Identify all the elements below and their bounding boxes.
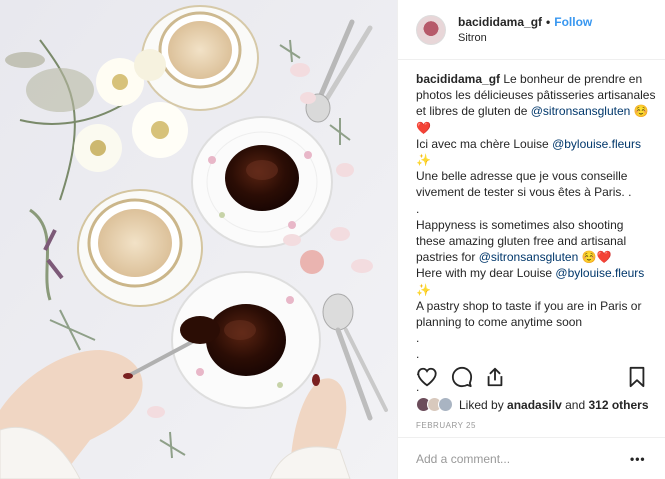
caption-para-6: A pastry shop to taste if you are in Par… [416, 298, 642, 330]
location-link[interactable]: Sitron [458, 30, 592, 46]
photo-illustration [0, 0, 397, 479]
header-text: bacididama_gf • Follow Sitron [458, 14, 592, 46]
caption-sparkle: ✨ [416, 282, 431, 297]
separator-dot: • [546, 14, 551, 29]
divider [398, 437, 665, 438]
follow-button[interactable]: Follow [554, 14, 592, 30]
caption-trailing-dot: . [416, 347, 420, 362]
username-link[interactable]: bacididama_gf [458, 14, 542, 30]
plate-top [191, 116, 333, 248]
mention-link[interactable]: @bylouise.fleurs [552, 137, 641, 151]
caption: bacididama_gf Le bonheur de prendre en p… [416, 71, 656, 395]
caption-para-1: bacididama_gf Le bonheur de prendre en p… [416, 71, 656, 136]
likes-prefix: Liked by [459, 397, 504, 412]
teacup-left [77, 189, 203, 307]
share-icon[interactable] [484, 366, 506, 393]
comment-input[interactable]: Add a comment... [416, 452, 510, 466]
caption-text: Ici avec ma chère Louise [416, 136, 553, 151]
caption-para-5: Here with my dear Louise @bylouise.fleur… [416, 265, 656, 281]
more-options-button[interactable]: ••• [630, 452, 646, 466]
caption-username[interactable]: bacididama_gf [416, 72, 500, 86]
likes-count[interactable]: 312 others [588, 398, 648, 412]
caption-sparkle: ✨ [416, 153, 431, 168]
rose-bud [300, 250, 324, 274]
likes-row: Liked by anadasilv and 312 others [416, 397, 649, 412]
mention-link[interactable]: @sitronsansgluten [479, 250, 579, 264]
post-sidebar: bacididama_gf • Follow Sitron bacididama… [397, 0, 665, 479]
likes-middle: and [565, 397, 586, 412]
heart-icon[interactable] [416, 366, 438, 393]
avatar[interactable] [416, 14, 446, 45]
action-bar [416, 366, 648, 390]
liker-username[interactable]: anadasilv [507, 398, 562, 412]
post-photo[interactable] [0, 0, 397, 479]
caption-para-2: Ici avec ma chère Louise @bylouise.fleur… [416, 136, 656, 152]
bookmark-icon[interactable] [626, 366, 648, 393]
instagram-post: bacididama_gf • Follow Sitron bacididama… [0, 0, 665, 479]
mention-link[interactable]: @sitronsansgluten [531, 104, 631, 118]
caption-para-4: Happyness is sometimes also shooting the… [416, 217, 656, 266]
comment-bubble-icon[interactable] [451, 366, 473, 393]
caption-trailing-dot: . [416, 331, 420, 346]
caption-dot: . [416, 201, 420, 216]
avatar [438, 397, 453, 412]
emoji: ☺️❤️ [578, 250, 612, 265]
header-row: bacididama_gf • Follow [458, 14, 592, 30]
liker-avatars[interactable] [416, 397, 453, 412]
caption-para-3: Une belle adresse que je vous conseille … [416, 169, 632, 200]
post-date[interactable]: FEBRUARY 25 [416, 421, 476, 430]
caption-text: Here with my dear Louise [416, 266, 556, 281]
post-header: bacididama_gf • Follow Sitron [398, 0, 665, 60]
mention-link[interactable]: @bylouise.fleurs [555, 266, 644, 280]
